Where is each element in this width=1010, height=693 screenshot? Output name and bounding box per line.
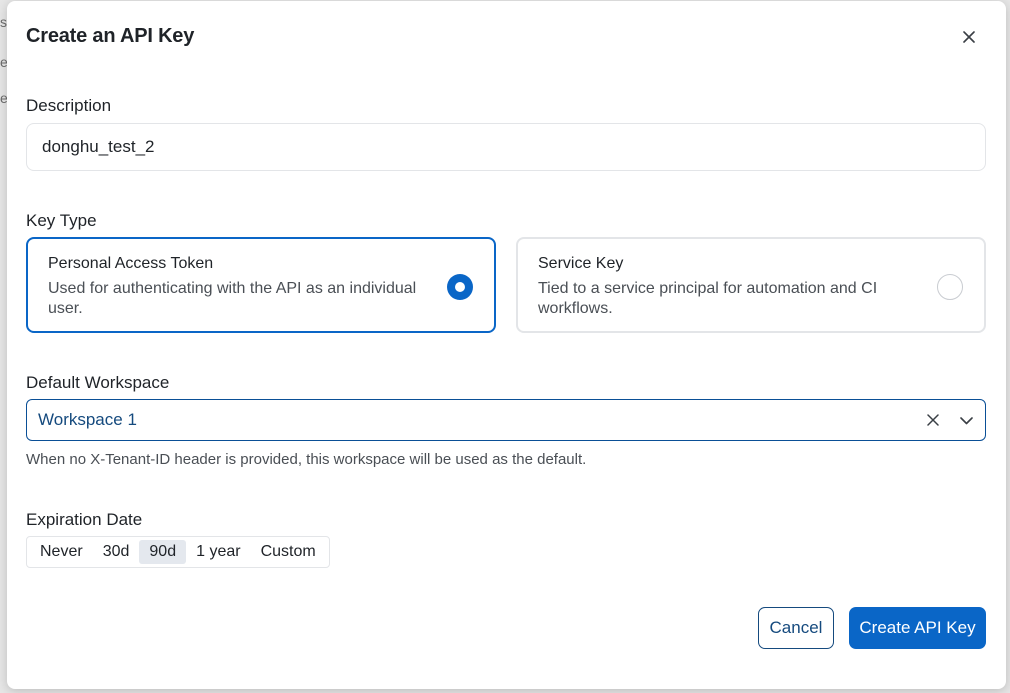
close-icon <box>963 31 975 43</box>
key-type-option-personal-access-token[interactable]: Personal Access Token Used for authentic… <box>26 237 496 333</box>
expiration-option-90d[interactable]: 90d <box>139 540 187 564</box>
key-type-option-service-key[interactable]: Service Key Tied to a service principal … <box>516 237 986 333</box>
key-type-option-title: Personal Access Token <box>48 255 214 272</box>
expiration-date-label: Expiration Date <box>26 510 143 529</box>
key-type-option-description: Used for authenticating with the API as … <box>48 280 417 317</box>
chevron-down-icon[interactable] <box>957 412 975 430</box>
expiration-segmented-control: Never 30d 90d 1 year Custom <box>26 536 330 568</box>
create-api-key-button[interactable]: Create API Key <box>849 607 986 649</box>
default-workspace-label: Default Workspace <box>26 373 170 392</box>
key-type-option-description: Tied to a service principal for automati… <box>538 280 878 317</box>
description-input[interactable] <box>26 123 986 171</box>
description-label: Description <box>26 96 112 115</box>
workspace-helper-text: When no X-Tenant-ID header is provided, … <box>26 451 587 468</box>
cancel-button[interactable]: Cancel <box>758 607 834 649</box>
expiration-option-30d[interactable]: 30d <box>93 540 140 564</box>
expiration-option-custom[interactable]: Custom <box>251 540 326 564</box>
dialog-title: Create an API Key <box>26 25 195 47</box>
expiration-option-never[interactable]: Never <box>30 540 93 564</box>
key-type-label: Key Type <box>26 211 97 230</box>
close-button[interactable] <box>959 27 979 47</box>
expiration-option-1-year[interactable]: 1 year <box>186 540 250 564</box>
key-type-option-title: Service Key <box>538 255 624 272</box>
radio-unselected-icon[interactable] <box>937 274 963 300</box>
create-api-key-dialog: Create an API Key Description Key Type P… <box>7 1 1006 689</box>
background-text: s <box>0 14 7 30</box>
workspace-select[interactable]: Workspace 1 <box>26 399 986 441</box>
radio-selected-icon[interactable] <box>447 274 473 300</box>
clear-icon[interactable] <box>925 412 941 428</box>
workspace-select-value: Workspace 1 <box>38 410 137 429</box>
